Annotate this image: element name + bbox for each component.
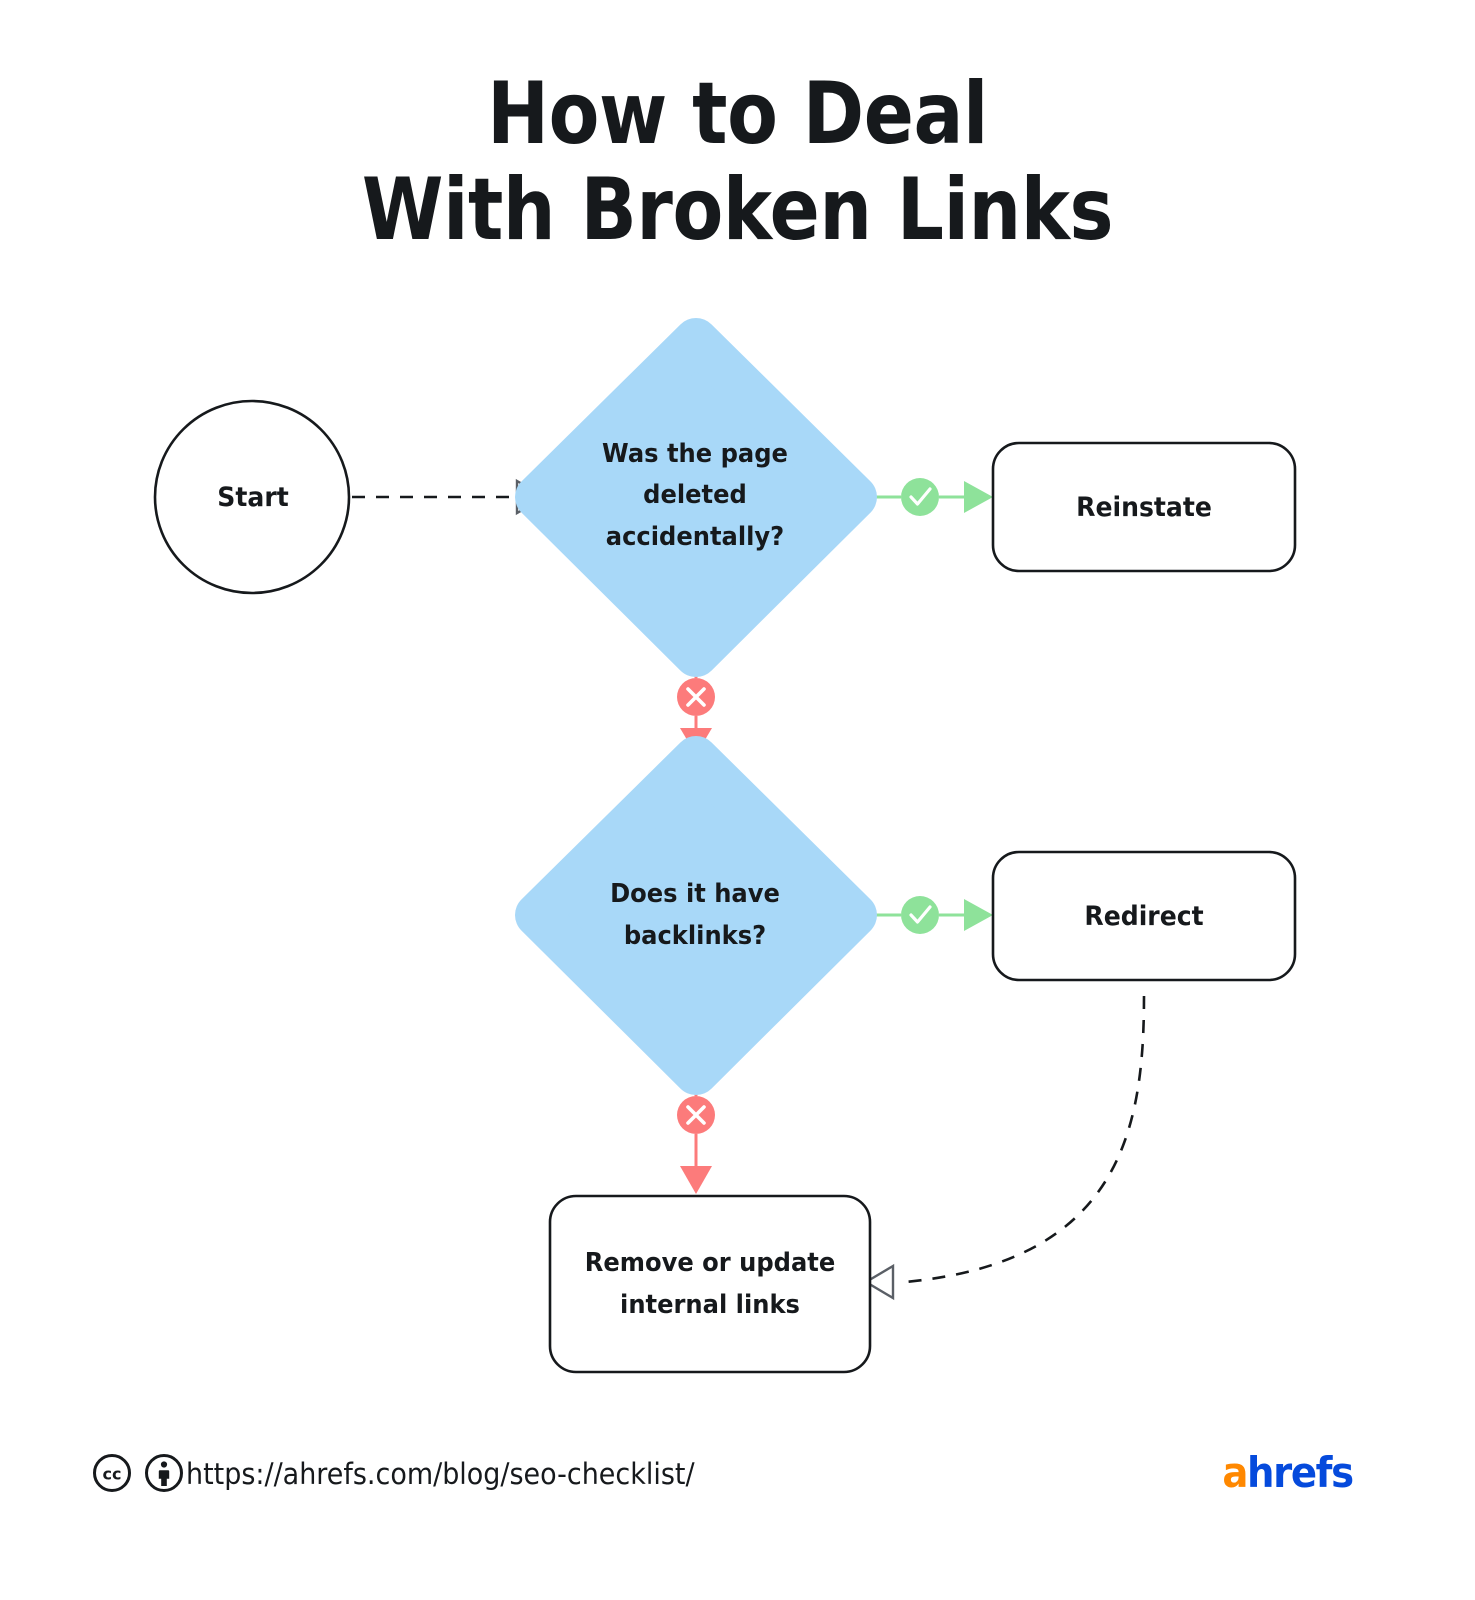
yes-check-badge [901,478,939,516]
no-cross-badge [677,1096,715,1134]
ahrefs-logo-rest: hrefs [1247,1448,1354,1497]
source-url: https://ahrefs.com/blog/seo-checklist/ [186,1457,695,1491]
footer: cc https://ahrefs.com/blog/seo-checklist… [0,1448,1475,1522]
edge-redirect-to-remove [863,995,1146,1301]
node-start[interactable] [153,399,351,595]
filled-triangle-arrowhead-icon [964,899,993,931]
node-reinstate[interactable] [991,441,1297,573]
filled-triangle-arrowhead-icon [964,481,993,513]
no-cross-badge [677,678,715,716]
edge-curve-dashed [904,995,1146,1284]
ahrefs-logo: ahrefs [1222,1448,1355,1497]
cc-by-icon [145,1454,183,1492]
ahrefs-logo-a: a [1222,1448,1249,1497]
filled-triangle-arrowhead-icon [680,1166,712,1194]
node-question-has-backlinks[interactable] [515,736,877,1095]
yes-check-badge [901,896,939,934]
cc-icon: cc [93,1454,131,1492]
node-redirect[interactable] [991,850,1297,982]
license-icons: cc [92,1453,184,1493]
svg-text:cc: cc [103,1465,122,1484]
flowchart-diagram [153,318,1297,1374]
node-remove-update-internal-links[interactable] [548,1194,872,1374]
infographic-page: How to Deal With Broken Links Start Was … [0,0,1475,1600]
node-question-page-deleted[interactable] [515,318,877,677]
